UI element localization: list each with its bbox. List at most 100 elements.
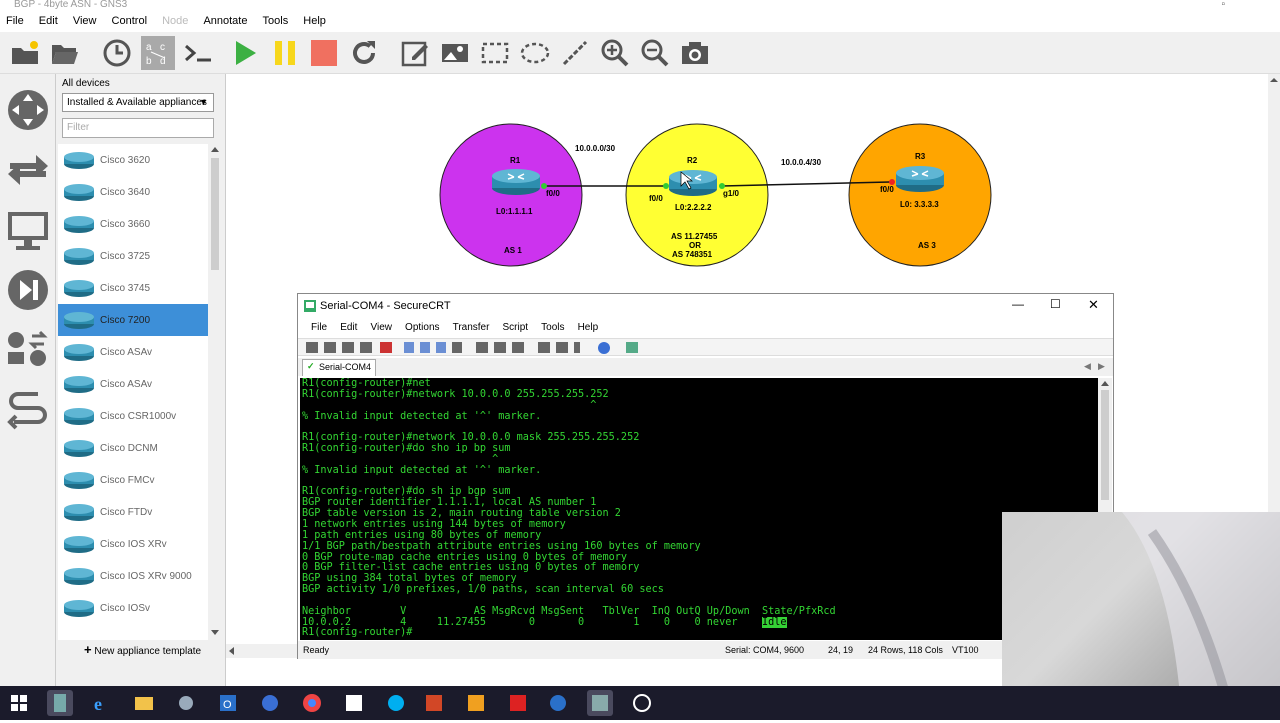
draw-line-icon[interactable] — [558, 36, 592, 70]
device-router-icon — [64, 504, 94, 521]
crt-menu-file[interactable]: File — [306, 319, 332, 336]
add-note-icon[interactable] — [398, 36, 432, 70]
reload-all-icon[interactable] — [347, 36, 381, 70]
restore-icon[interactable]: ▫ — [1221, 0, 1225, 10]
device-list-item[interactable]: Cisco ASAv — [58, 336, 208, 368]
device-list-item[interactable]: Cisco IOSv — [58, 592, 208, 624]
crt-menu-transfer[interactable]: Transfer — [448, 319, 495, 336]
show-interface-labels-icon[interactable]: acbd — [141, 36, 175, 70]
close-icon[interactable]: ✕ — [1088, 297, 1099, 313]
terminal-output[interactable]: R1(config-router)#net R1(config-router)#n… — [300, 378, 1098, 640]
crt-menu-script[interactable]: Script — [498, 319, 534, 336]
neighbor-state-idle: Idle — [762, 616, 787, 628]
crt-menu-edit[interactable]: Edit — [335, 319, 362, 336]
window-titlebar: BGP - 4byte ASN - GNS3 ▫ — [0, 0, 1280, 12]
securecrt-menubar: File Edit View Options Transfer Script T… — [298, 319, 1113, 337]
taskbar-network-icon[interactable] — [173, 690, 199, 716]
device-list-item[interactable]: Cisco IOS XRv 9000 — [58, 560, 208, 592]
snapshot-clock-icon[interactable] — [100, 36, 134, 70]
terminal-line: % Invalid input detected at '^' marker. — [302, 464, 542, 476]
crt-menu-view[interactable]: View — [365, 319, 397, 336]
device-router-icon — [64, 536, 94, 553]
stop-all-icon[interactable] — [307, 36, 341, 70]
device-list-item[interactable]: Cisco 7200 — [58, 304, 208, 336]
crt-menu-options[interactable]: Options — [400, 319, 444, 336]
device-list-item[interactable]: Cisco DCNM — [58, 432, 208, 464]
taskbar-edge-icon[interactable] — [545, 690, 571, 716]
draw-rectangle-icon[interactable] — [478, 36, 512, 70]
menu-control[interactable]: Control — [106, 12, 153, 27]
r1-iface-label: f0/0 — [546, 189, 560, 198]
as2-alt-label: AS 748351 — [672, 250, 713, 259]
open-project-icon[interactable] — [48, 36, 82, 70]
zoom-out-icon[interactable] — [638, 36, 672, 70]
taskbar-outlook-icon[interactable]: O — [215, 690, 241, 716]
as2-label: AS 11.27455 — [671, 232, 718, 241]
device-list-scrollbar[interactable] — [208, 144, 222, 640]
insert-picture-icon[interactable] — [438, 36, 472, 70]
new-appliance-template-button[interactable]: + New appliance template — [84, 642, 201, 657]
neighbor-row: 10.0.0.2 4 11.27455 0 0 1 0 0 never — [302, 616, 763, 628]
copy-paste-icon — [436, 342, 446, 353]
taskbar-calculator-icon[interactable] — [47, 690, 73, 716]
taskbar-notes-icon[interactable] — [341, 690, 367, 716]
crt-menu-tools[interactable]: Tools — [536, 319, 569, 336]
device-list-item[interactable]: Cisco CSR1000v — [58, 400, 208, 432]
quick-connect-icon — [324, 342, 336, 353]
device-list-item[interactable]: Cisco 3620 — [58, 144, 208, 176]
taskbar-skype-icon[interactable] — [383, 690, 409, 716]
draw-ellipse-icon[interactable] — [518, 36, 552, 70]
device-list-item[interactable]: Cisco 3660 — [58, 208, 208, 240]
device-list-item[interactable]: Cisco 3745 — [58, 272, 208, 304]
device-list-item[interactable]: Cisco FTDv — [58, 496, 208, 528]
taskbar-clock-app-icon[interactable] — [629, 690, 655, 716]
screenshot-camera-icon[interactable] — [678, 36, 712, 70]
taskbar-chat-icon[interactable] — [257, 690, 283, 716]
tab-scroll-right-icon[interactable]: ▶ — [1098, 361, 1105, 372]
taskbar-app-icon[interactable] — [463, 690, 489, 716]
menu-edit[interactable]: Edit — [33, 12, 64, 27]
device-list-item[interactable]: Cisco 3640 — [58, 176, 208, 208]
menu-tools[interactable]: Tools — [257, 12, 295, 27]
device-filter-select[interactable]: Installed & Available appliances ▼ — [62, 93, 214, 112]
connect-icon — [306, 342, 318, 353]
console-all-icon[interactable] — [181, 36, 215, 70]
menu-file[interactable]: File — [0, 12, 30, 27]
taskbar-acrobat-icon[interactable] — [505, 690, 531, 716]
security-devices-category-icon[interactable] — [6, 268, 50, 312]
switches-category-icon[interactable] — [6, 148, 50, 192]
tab-scroll-left-icon[interactable]: ◀ — [1084, 361, 1091, 372]
device-list-item[interactable]: Cisco ASAv — [58, 368, 208, 400]
all-devices-category-icon[interactable] — [6, 328, 50, 372]
menu-help[interactable]: Help — [297, 12, 332, 27]
taskbar-powerpoint-icon[interactable] — [421, 690, 447, 716]
device-list-item[interactable]: Cisco 3725 — [58, 240, 208, 272]
start-all-icon[interactable] — [228, 36, 262, 70]
crt-menu-help[interactable]: Help — [573, 319, 604, 336]
device-list-item-label: Cisco 7200 — [100, 314, 151, 326]
start-windows-icon[interactable] — [6, 690, 32, 716]
end-devices-category-icon[interactable] — [6, 208, 50, 252]
suspend-all-icon[interactable] — [268, 36, 302, 70]
taskbar-ie-icon[interactable]: e — [89, 690, 115, 716]
taskbar-explorer-icon[interactable] — [131, 690, 157, 716]
menu-annotate[interactable]: Annotate — [197, 12, 253, 27]
new-project-icon[interactable] — [8, 36, 42, 70]
maximize-icon[interactable]: ☐ — [1050, 297, 1061, 311]
menu-view[interactable]: View — [67, 12, 103, 27]
taskbar-gns3-icon[interactable] — [587, 690, 613, 716]
routers-category-icon[interactable] — [6, 88, 50, 132]
minimize-icon[interactable]: — — [1012, 297, 1024, 311]
taskbar-chrome-icon[interactable] — [299, 690, 325, 716]
device-list-item[interactable]: Cisco FMCv — [58, 464, 208, 496]
device-list-item-label: Cisco IOS XRv — [100, 538, 167, 550]
device-list-item[interactable]: Cisco IOS XRv — [58, 528, 208, 560]
device-filter-input[interactable]: Filter — [62, 118, 214, 138]
status-size: 24 Rows, 118 Cols — [868, 645, 943, 655]
connect-tab-icon — [342, 342, 354, 353]
add-link-icon[interactable] — [6, 388, 50, 432]
zoom-in-icon[interactable] — [598, 36, 632, 70]
tab-serial-com4[interactable]: ✓ Serial-COM4 — [302, 359, 376, 376]
device-browser-panel: All devices Installed & Available applia… — [56, 74, 226, 688]
menu-node[interactable]: Node — [156, 12, 194, 27]
